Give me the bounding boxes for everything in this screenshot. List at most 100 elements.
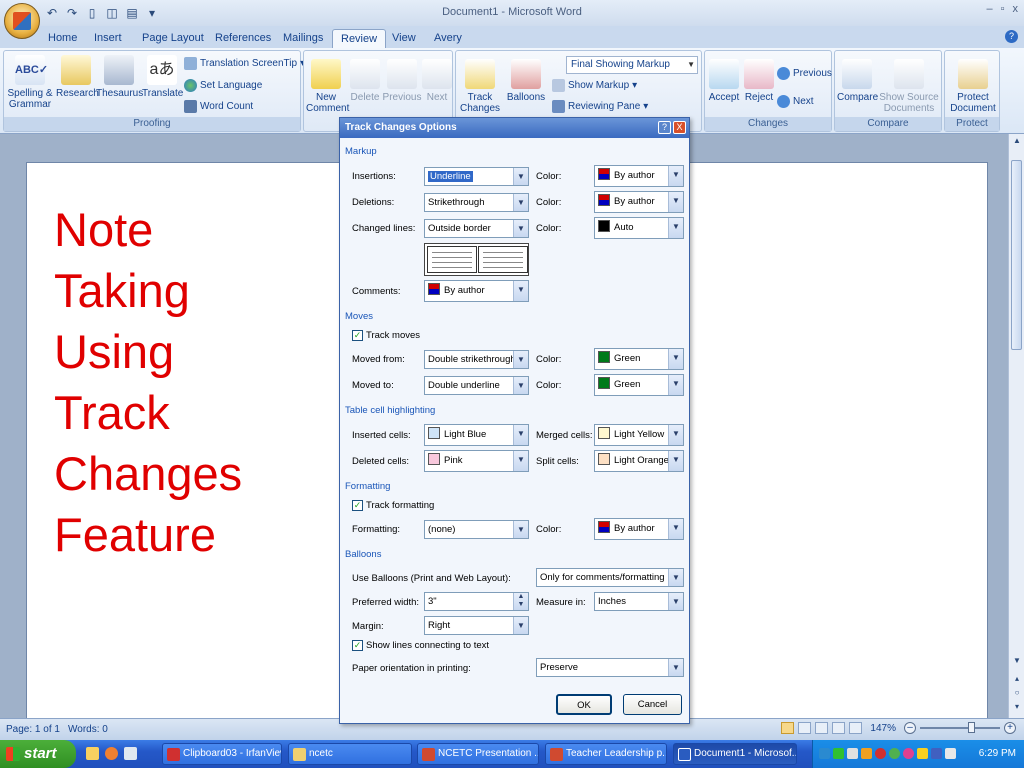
tray-arrow-icon[interactable] xyxy=(819,748,830,759)
display-for-review-combo[interactable]: Final Showing Markup ▼ xyxy=(566,56,698,74)
zoom-level[interactable]: 147% xyxy=(870,723,896,734)
security-icon[interactable] xyxy=(861,748,872,759)
update-icon[interactable] xyxy=(917,748,928,759)
sync-icon[interactable] xyxy=(889,748,900,759)
minimize-icon[interactable]: – xyxy=(986,3,992,15)
track-formatting-checkbox[interactable]: ✓ Track formatting xyxy=(352,500,434,511)
network-icon[interactable] xyxy=(833,748,844,759)
new-comment-button[interactable]: New Comment xyxy=(306,59,349,114)
next-comment-button[interactable]: Next xyxy=(422,59,452,103)
tab-page-layout[interactable]: Page Layout xyxy=(134,29,212,48)
spinner-arrows-icon[interactable]: ▲ ▼ xyxy=(513,593,528,610)
tab-avery[interactable]: Avery xyxy=(426,29,470,48)
next-change-button[interactable]: Next xyxy=(777,95,814,108)
print-layout-view-icon[interactable] xyxy=(781,722,795,734)
paper-orientation-select[interactable]: Preserve ▼ xyxy=(536,658,684,677)
quick-launch-app-icon[interactable] xyxy=(86,747,99,760)
word-count[interactable]: Words: 0 xyxy=(68,724,108,735)
delete-comment-button[interactable]: Delete xyxy=(348,59,382,103)
battery-icon[interactable] xyxy=(945,748,956,759)
zoom-slider-knob[interactable] xyxy=(968,722,975,733)
web-layout-icon[interactable] xyxy=(815,722,829,734)
translate-button[interactable]: aあ Translate xyxy=(142,55,183,99)
margin-select[interactable]: Right ▼ xyxy=(424,616,529,635)
word-count-button[interactable]: Word Count xyxy=(184,100,253,113)
formatting-select[interactable]: (none) ▼ xyxy=(424,520,529,539)
accept-button[interactable]: Accept xyxy=(707,59,741,103)
select-browse-object-icon[interactable]: ○ xyxy=(1009,688,1024,697)
display-icon[interactable] xyxy=(931,748,942,759)
use-balloons-select[interactable]: Only for comments/formatting ▼ xyxy=(536,568,684,587)
tab-review[interactable]: Review xyxy=(332,29,387,48)
formatting-color-select[interactable]: By author ▼ xyxy=(594,518,684,540)
start-button[interactable]: start xyxy=(0,740,76,768)
ok-button[interactable]: OK xyxy=(556,694,612,715)
cancel-button[interactable]: Cancel xyxy=(623,694,682,715)
set-language-button[interactable]: Set Language xyxy=(184,79,262,92)
vertical-scrollbar[interactable]: ▲ ▼ ▴ ○ ▾ xyxy=(1008,134,1024,718)
track-changes-button[interactable]: Track Changes xyxy=(460,59,500,114)
task-teacher-leadership[interactable]: Teacher Leadership p... xyxy=(545,743,667,765)
moved-from-select[interactable]: Double strikethrough ▼ xyxy=(424,350,529,369)
task-word-document[interactable]: Document1 - Microsof... xyxy=(673,743,797,765)
translation-screentip-button[interactable]: Translation ScreenTip▾ xyxy=(184,57,305,70)
zoom-out-button[interactable]: – xyxy=(904,722,916,734)
changed-lines-color-select[interactable]: Auto ▼ xyxy=(594,217,684,239)
draft-view-icon[interactable] xyxy=(849,722,863,734)
antivirus-icon[interactable] xyxy=(875,748,886,759)
volume-icon[interactable] xyxy=(847,748,858,759)
office-button[interactable] xyxy=(4,3,40,39)
page-count[interactable]: Page: 1 of 1 xyxy=(6,724,60,735)
deleted-cells-select[interactable]: Pink ▼ xyxy=(424,450,529,472)
balloons-button[interactable]: Balloons xyxy=(506,59,546,103)
scroll-thumb[interactable] xyxy=(1011,160,1022,350)
help-icon[interactable]: ? xyxy=(1005,30,1018,43)
deletions-color-select[interactable]: By author ▼ xyxy=(594,191,684,213)
insertions-color-select[interactable]: By author ▼ xyxy=(594,165,684,187)
tab-references[interactable]: References xyxy=(207,29,279,48)
clock[interactable]: 6:29 PM xyxy=(979,748,1016,759)
tab-insert[interactable]: Insert xyxy=(86,29,130,48)
previous-comment-button[interactable]: Previous xyxy=(382,59,422,103)
moved-to-color-select[interactable]: Green ▼ xyxy=(594,374,684,396)
research-button[interactable]: Research xyxy=(56,55,99,99)
task-ncetc-presentation[interactable]: NCETC Presentation ... xyxy=(417,743,539,765)
reject-button[interactable]: Reject xyxy=(743,59,775,103)
reviewing-pane-button[interactable]: Reviewing Pane ▾ xyxy=(552,100,648,113)
dialog-help-button[interactable]: ? xyxy=(658,121,671,134)
inserted-cells-select[interactable]: Light Blue ▼ xyxy=(424,424,529,446)
previous-change-button[interactable]: Previous xyxy=(777,67,832,80)
browser-icon[interactable] xyxy=(105,747,118,760)
spelling-grammar-button[interactable]: ABC✓ Spelling & Grammar xyxy=(6,55,54,110)
tab-view[interactable]: View xyxy=(384,29,424,48)
compare-button[interactable]: Compare xyxy=(837,59,878,103)
tab-home[interactable]: Home xyxy=(40,29,85,48)
close-icon[interactable]: x xyxy=(1013,3,1019,15)
task-ncetc-folder[interactable]: ncetc xyxy=(288,743,412,765)
tab-mailings[interactable]: Mailings xyxy=(275,29,331,48)
messenger-icon[interactable] xyxy=(903,748,914,759)
show-markup-button[interactable]: Show Markup ▾ xyxy=(552,79,637,92)
merged-cells-select[interactable]: Light Yellow ▼ xyxy=(594,424,684,446)
protect-document-button[interactable]: Protect Document xyxy=(947,59,999,114)
zoom-slider[interactable] xyxy=(920,722,1000,733)
show-source-documents-button[interactable]: Show Source Documents xyxy=(879,59,939,114)
scroll-down-icon[interactable]: ▼ xyxy=(1009,656,1024,665)
dialog-close-button[interactable]: X xyxy=(673,121,686,134)
show-lines-checkbox[interactable]: ✓ Show lines connecting to text xyxy=(352,640,489,651)
moved-from-color-select[interactable]: Green ▼ xyxy=(594,348,684,370)
deletions-select[interactable]: Strikethrough ▼ xyxy=(424,193,529,212)
preferred-width-spinner[interactable]: 3" ▲ ▼ xyxy=(424,592,529,611)
next-page-icon[interactable]: ▾ xyxy=(1009,702,1024,711)
insertions-select[interactable]: Underline ▼ xyxy=(424,167,529,186)
show-desktop-icon[interactable] xyxy=(124,747,137,760)
outline-view-icon[interactable] xyxy=(832,722,846,734)
split-cells-select[interactable]: Light Orange ▼ xyxy=(594,450,684,472)
zoom-in-button[interactable]: + xyxy=(1004,722,1016,734)
scroll-up-icon[interactable]: ▲ xyxy=(1009,136,1024,145)
measure-in-select[interactable]: Inches ▼ xyxy=(594,592,684,611)
previous-page-icon[interactable]: ▴ xyxy=(1009,674,1024,683)
moved-to-select[interactable]: Double underline ▼ xyxy=(424,376,529,395)
changed-lines-select[interactable]: Outside border ▼ xyxy=(424,219,529,238)
full-screen-reading-icon[interactable] xyxy=(798,722,812,734)
